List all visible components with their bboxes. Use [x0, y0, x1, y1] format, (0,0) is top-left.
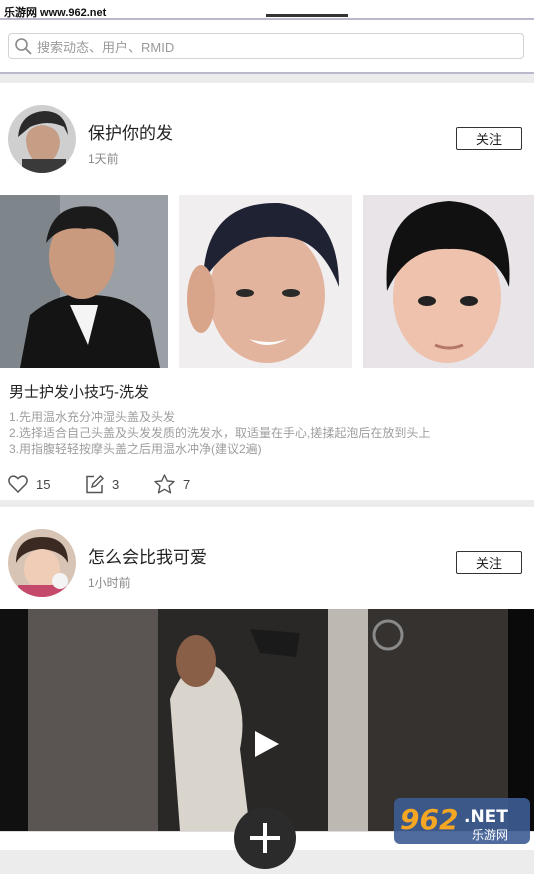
- comment-button[interactable]: 3: [85, 474, 119, 494]
- follow-button[interactable]: 关注: [456, 127, 522, 150]
- post-timestamp: 1天前: [88, 152, 119, 166]
- post-author-title: 怎么会比我可爱: [88, 548, 207, 567]
- site-logo-watermark: 962 .NET 乐游网: [394, 798, 530, 844]
- post-body-line: 3.用指腹轻轻按摩头盖之后用温水冲净(建议2遍): [9, 442, 262, 456]
- post-photo[interactable]: [363, 195, 534, 368]
- logo-subtitle: 乐游网: [472, 828, 508, 842]
- post-author-title: 保护你的发: [88, 124, 173, 143]
- post-body-line: 2.选择适合自己头盖及头发发质的洗发水，取适量在手心,搓揉起泡后在放到头上: [9, 426, 431, 440]
- search-input[interactable]: 搜索动态、用户、RMID: [8, 33, 524, 59]
- comment-count: 3: [112, 476, 120, 492]
- search-icon: [15, 38, 32, 55]
- plus-icon: [250, 823, 280, 853]
- star-icon: [154, 474, 175, 494]
- heart-icon: [8, 475, 28, 493]
- favorite-button[interactable]: 7: [154, 474, 190, 494]
- logo-number: 962: [400, 803, 458, 836]
- follow-button[interactable]: 关注: [456, 551, 522, 574]
- post-body-line: 1.先用温水充分冲湿头盖及头发: [9, 410, 176, 424]
- like-button[interactable]: 15: [8, 474, 50, 494]
- edit-comment-icon: [86, 474, 104, 493]
- post-photo[interactable]: [0, 195, 168, 368]
- search-placeholder: 搜索动态、用户、RMID: [37, 39, 175, 55]
- logo-suffix: .NET: [464, 807, 508, 827]
- avatar[interactable]: [8, 105, 76, 173]
- avatar[interactable]: [8, 529, 76, 597]
- post-photo[interactable]: [179, 195, 352, 368]
- play-icon[interactable]: [252, 729, 282, 759]
- section-divider: [0, 72, 534, 74]
- post-timestamp: 1小时前: [88, 576, 131, 590]
- tab-indicator: [266, 14, 348, 17]
- post-title: 男士护发小技巧-洗发: [9, 384, 149, 401]
- post-body: 1.先用温水充分冲湿头盖及头发 2.选择适合自己头盖及头发发质的洗发水，取适量在…: [9, 409, 430, 457]
- like-count: 15: [36, 476, 51, 492]
- create-post-button[interactable]: [234, 807, 296, 869]
- favorite-count: 7: [183, 476, 191, 492]
